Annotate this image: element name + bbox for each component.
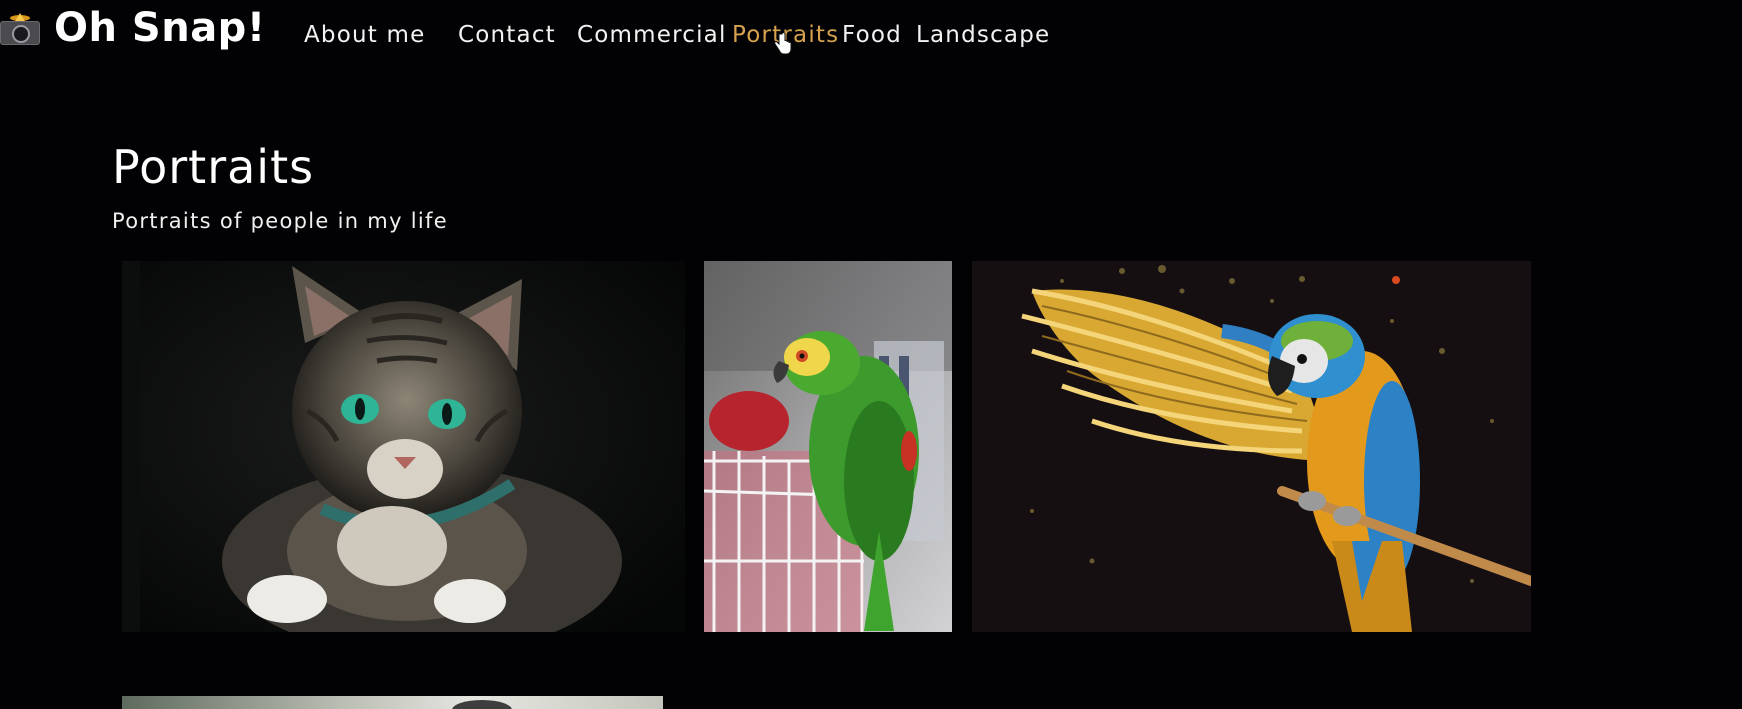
gallery-image-4[interactable] — [122, 696, 663, 709]
gallery-image-cat[interactable] — [122, 261, 685, 632]
hand-cursor-icon — [774, 33, 792, 55]
site-logo[interactable]: Oh Snap! — [0, 6, 266, 50]
camera-flash-icon — [0, 13, 40, 45]
nav-about-me[interactable]: About me — [304, 22, 425, 48]
nav-contact[interactable]: Contact — [458, 22, 556, 48]
brand-name: Oh Snap! — [54, 5, 266, 51]
page: Oh Snap! About me Contact Commercial Por… — [0, 0, 1742, 709]
gallery-image-green-parrot[interactable] — [704, 261, 952, 632]
page-subtitle: Portraits of people in my life — [112, 209, 448, 233]
gallery-image-macaw[interactable] — [972, 261, 1531, 632]
nav-commercial[interactable]: Commercial — [577, 22, 727, 48]
page-title: Portraits — [112, 140, 315, 194]
nav-landscape[interactable]: Landscape — [916, 22, 1050, 48]
nav-food[interactable]: Food — [842, 22, 902, 48]
